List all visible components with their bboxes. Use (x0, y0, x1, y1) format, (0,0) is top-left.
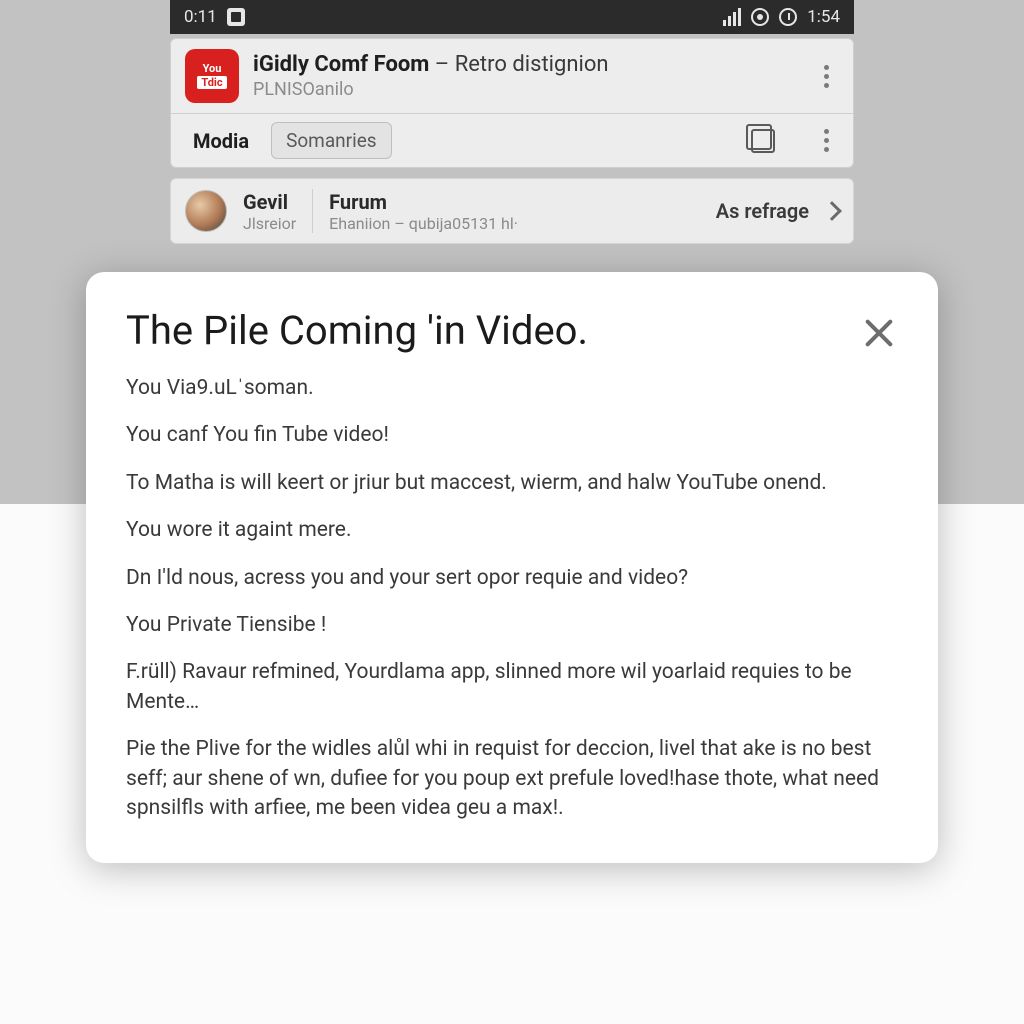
status-left: 0:11 (184, 7, 245, 27)
header-titles: iGidly Comf Foom – Retro distignion PLNI… (253, 52, 799, 100)
status-time-left: 0:11 (184, 7, 217, 27)
header-subtitle: PLNISOanilo (253, 79, 799, 100)
list-a-name: Gevil (243, 190, 296, 214)
copy-icon[interactable] (751, 129, 775, 153)
header-title: iGidly Comf Foom – Retro distignion (253, 52, 799, 77)
app-logo[interactable]: You Tdic (185, 49, 239, 103)
clock-icon (779, 8, 797, 26)
dialog-p1: You Via9.uLˈsoman. (126, 374, 898, 403)
dialog-p3: To Matha is will keert or jriur but macc… (126, 469, 898, 498)
header-row-main: You Tdic iGidly Comf Foom – Retro distig… (171, 39, 853, 113)
list-col-b: Furum Ehaniion – qubija05131 hl· (329, 190, 518, 233)
header-row-tabs: Modia Somanries (171, 113, 853, 167)
dialog-p8: Pie the Plive for the widles alůl whi in… (126, 735, 898, 823)
dialog-header: The Pile Coming 'in Video. (126, 308, 898, 354)
dialog: The Pile Coming 'in Video. You Via9.uLˈs… (86, 272, 938, 863)
overflow-menu-icon[interactable] (813, 65, 839, 88)
tab-modia[interactable]: Modia (185, 123, 257, 159)
header-title-rest: – Retro distignion (429, 52, 608, 77)
app-logo-line1: You (203, 63, 222, 74)
status-time-right: 1:54 (807, 7, 840, 27)
phone-frame: 0:11 1:54 You Tdic iGidly Comf Foom – Re… (170, 0, 854, 244)
list-a-sub: Jlsreior (243, 214, 296, 233)
dialog-p4: You wore it againt mere. (126, 516, 898, 545)
dialog-p6: You Private Tiensibe ! (126, 611, 898, 640)
status-bar: 0:11 1:54 (170, 0, 854, 34)
dialog-title: The Pile Coming 'in Video. (126, 308, 588, 354)
dialog-p7: F.rüll) Ravaur refmined, Yourdlama app, … (126, 658, 898, 717)
list-row[interactable]: Gevil Jlsreior Furum Ehaniion – qubija05… (170, 178, 854, 244)
chevron-right-icon (822, 201, 842, 221)
list-b-sub: Ehaniion – qubija05131 hl· (329, 214, 518, 233)
signal-icon (723, 8, 741, 26)
header-card: You Tdic iGidly Comf Foom – Retro distig… (170, 38, 854, 168)
dialog-p5: Dn I'ld nous, acress you and your sert o… (126, 564, 898, 593)
chip-somanries[interactable]: Somanries (271, 122, 392, 159)
dialog-body: You Via9.uLˈsoman. You canf You fin Tube… (126, 374, 898, 823)
column-separator (312, 189, 313, 233)
row-overflow-icon[interactable] (813, 129, 839, 152)
app-logo-line2: Tdic (197, 76, 226, 89)
visibility-icon (751, 8, 769, 26)
dialog-p2: You canf You fin Tube video! (126, 421, 898, 450)
avatar (185, 190, 227, 232)
sim-icon (227, 8, 245, 26)
status-right: 1:54 (723, 7, 840, 27)
list-col-a: Gevil Jlsreior (243, 190, 296, 233)
header-title-bold: iGidly Comf Foom (253, 52, 429, 77)
list-b-name: Furum (329, 190, 518, 214)
close-icon[interactable] (860, 314, 898, 352)
list-action-label: As refrage (716, 199, 809, 223)
